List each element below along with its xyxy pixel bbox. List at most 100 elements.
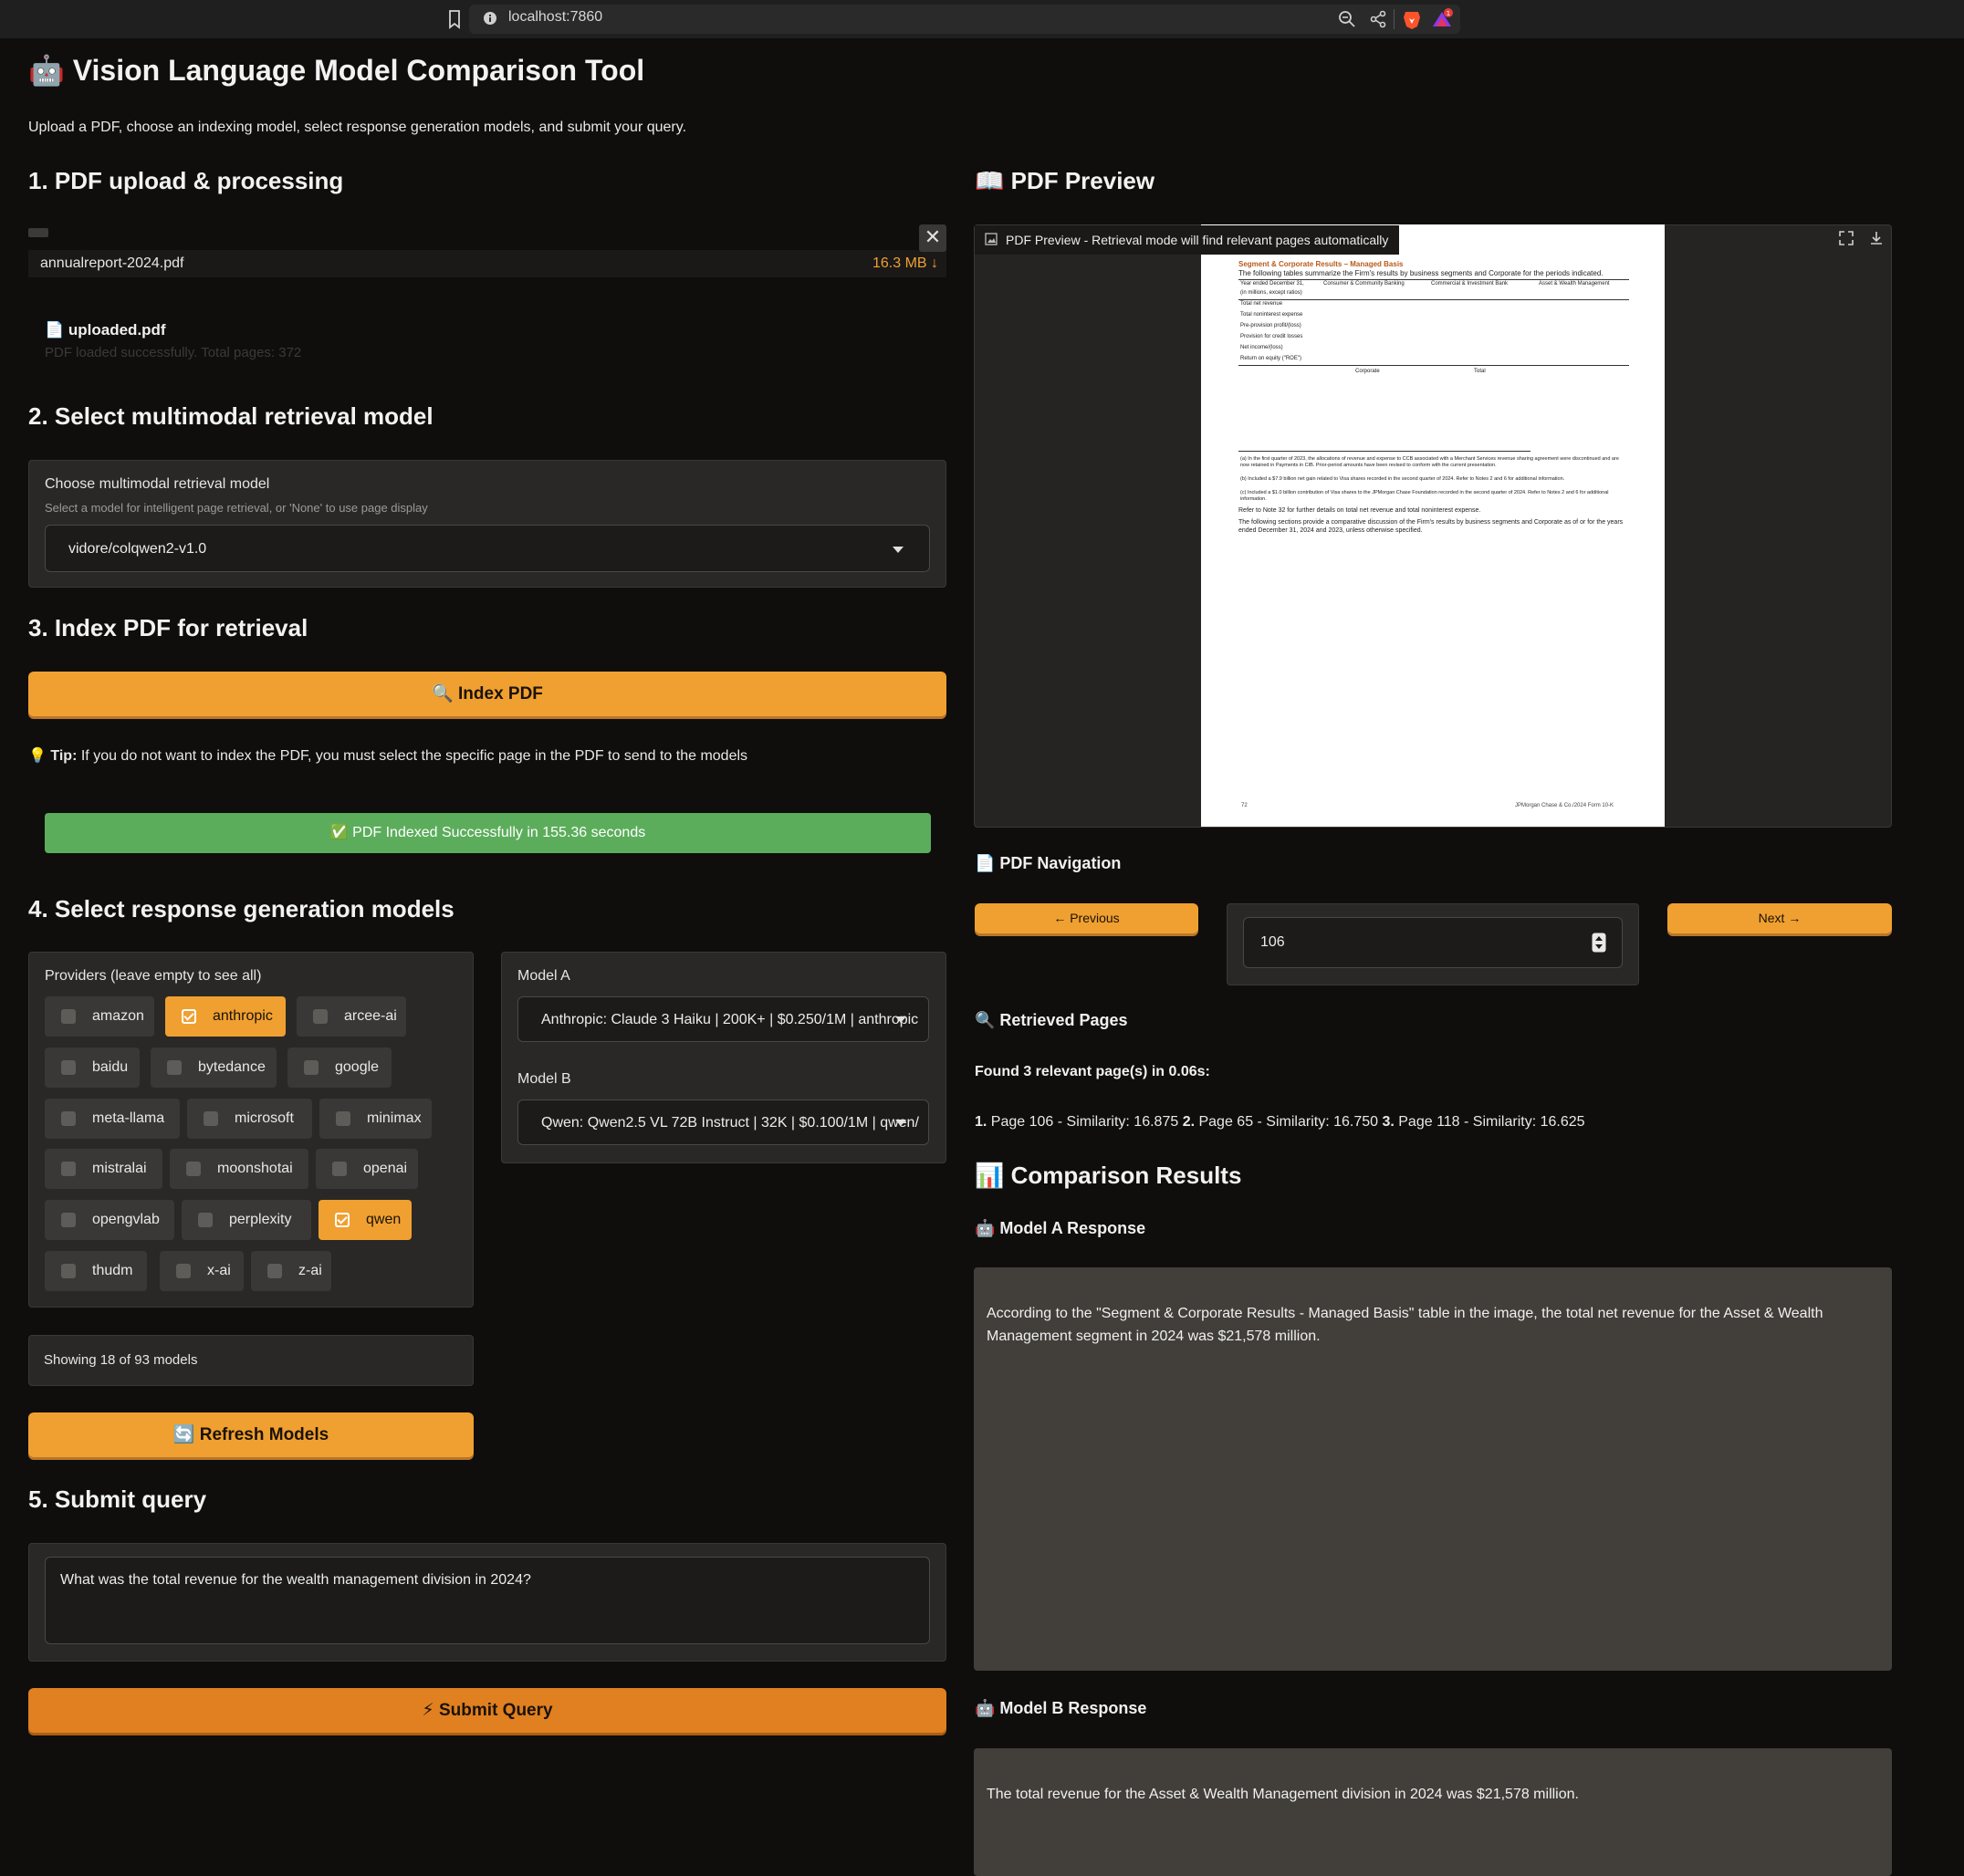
previous-page-button[interactable]: ← Previous xyxy=(975,903,1198,933)
checkbox[interactable] xyxy=(61,1162,76,1176)
provider-mistralai[interactable]: mistralai xyxy=(45,1149,162,1189)
checkbox-checked[interactable] xyxy=(182,1009,196,1024)
index-pdf-button[interactable]: 🔍 Index PDF xyxy=(28,672,946,716)
checkbox[interactable] xyxy=(267,1264,282,1278)
submit-query-button[interactable]: ⚡ Submit Query xyxy=(28,1688,946,1733)
checkbox[interactable] xyxy=(332,1162,347,1176)
model-count-text: Showing 18 of 93 models xyxy=(44,1352,198,1368)
retrieval-model-dropdown[interactable]: vidore/colqwen2-v1.0 xyxy=(45,525,930,572)
pdf-preview-label: PDF Preview - Retrieval mode will find r… xyxy=(975,225,1400,255)
table-row-label: Total noninterest expense xyxy=(1240,312,1303,318)
provider-baidu[interactable]: baidu xyxy=(45,1047,140,1088)
model-b-dropdown[interactable]: Qwen: Qwen2.5 VL 72B Instruct | 32K | $0… xyxy=(517,1100,929,1145)
list-number: 2. xyxy=(1182,1114,1196,1130)
index-success-banner: ✅ PDF Indexed Successfully in 155.36 sec… xyxy=(45,813,931,853)
checkbox-checked[interactable] xyxy=(335,1213,350,1227)
pdf-navigation-heading: 📄 PDF Navigation xyxy=(975,854,1122,872)
bookmark-icon[interactable] xyxy=(447,9,462,29)
provider-perplexity[interactable]: perplexity xyxy=(182,1200,311,1240)
provider-openai[interactable]: openai xyxy=(316,1149,418,1189)
checkbox[interactable] xyxy=(61,1213,76,1227)
info-icon[interactable] xyxy=(482,10,498,26)
retrieved-pages-list: 1. Page 106 - Similarity: 16.875 2. Page… xyxy=(975,1114,1585,1131)
lightbulb-icon: 💡 xyxy=(28,748,47,764)
close-icon[interactable]: ✕ xyxy=(919,224,946,252)
section-2-heading: 2. Select multimodal retrieval model xyxy=(28,402,434,430)
provider-thudm[interactable]: thudm xyxy=(45,1251,147,1291)
model-count-panel: Showing 18 of 93 models xyxy=(28,1335,474,1386)
upload-status-text: PDF loaded successfully. Total pages: 37… xyxy=(45,345,302,360)
query-input[interactable]: What was the total revenue for the wealt… xyxy=(45,1557,930,1644)
list-number: 1. xyxy=(975,1114,987,1130)
checkbox[interactable] xyxy=(61,1264,76,1278)
checkbox[interactable] xyxy=(198,1213,213,1227)
provider-amazon[interactable]: amazon xyxy=(45,996,154,1037)
checkbox[interactable] xyxy=(313,1009,328,1024)
retrieval-model-hint: Select a model for intelligent page retr… xyxy=(45,501,428,515)
provider-bytedance[interactable]: bytedance xyxy=(151,1047,277,1088)
checkbox[interactable] xyxy=(186,1162,201,1176)
file-size-download[interactable]: 16.3 MB ↓ xyxy=(872,255,938,272)
pdf-footnote: (b) Included a $7.9 billion net gain rel… xyxy=(1240,476,1565,482)
number-spinner-icon[interactable] xyxy=(1592,933,1606,953)
model-b-value: Qwen: Qwen2.5 VL 72B Instruct | 32K | $0… xyxy=(541,1115,919,1131)
checkbox[interactable] xyxy=(336,1111,350,1126)
model-a-dropdown[interactable]: Anthropic: Claude 3 Haiku | 200K+ | $0.2… xyxy=(517,996,929,1042)
download-icon[interactable] xyxy=(1867,229,1886,247)
table-rule xyxy=(1238,279,1629,280)
checkbox[interactable] xyxy=(304,1060,319,1075)
zoom-icon[interactable] xyxy=(1336,8,1358,30)
pdf-paragraph: Refer to Note 32 for further details on … xyxy=(1238,507,1481,514)
provider-minimax[interactable]: minimax xyxy=(319,1099,432,1139)
share-icon[interactable] xyxy=(1367,8,1389,30)
table-row-label: Total net revenue xyxy=(1240,301,1283,307)
chevron-down-icon[interactable] xyxy=(895,1016,906,1023)
provider-z-ai[interactable]: z-ai xyxy=(251,1251,331,1291)
pdf-page-footer: JPMorgan Chase & Co./2024 Form 10-K xyxy=(1515,803,1614,808)
table-row-label: Year ended December 31, xyxy=(1240,281,1304,287)
file-name: annualreport-2024.pdf xyxy=(40,255,184,271)
section-5-heading: 5. Submit query xyxy=(28,1485,207,1513)
address-bar[interactable] xyxy=(469,5,1460,34)
model-a-response-text: According to the "Segment & Corporate Re… xyxy=(987,1306,1823,1344)
page-number-input[interactable]: 106 xyxy=(1243,917,1623,968)
next-page-button[interactable]: Next → xyxy=(1667,903,1892,933)
checkbox[interactable] xyxy=(61,1111,76,1126)
tip-text: 💡 Tip: If you do not want to index the P… xyxy=(28,746,747,765)
tip-body: If you do not want to index the PDF, you… xyxy=(77,748,748,764)
refresh-models-button[interactable]: 🔄 Refresh Models xyxy=(28,1412,474,1457)
chevron-down-icon[interactable] xyxy=(895,1120,906,1126)
provider-anthropic[interactable]: anthropic xyxy=(165,996,286,1037)
provider-moonshotai[interactable]: moonshotai xyxy=(170,1149,308,1189)
checkbox[interactable] xyxy=(61,1060,76,1075)
table-col-group: Total xyxy=(1474,369,1486,374)
provider-microsoft[interactable]: microsoft xyxy=(187,1099,312,1139)
checkbox[interactable] xyxy=(167,1060,182,1075)
chevron-down-icon[interactable] xyxy=(893,547,904,553)
checkbox[interactable] xyxy=(61,1009,76,1024)
checkbox[interactable] xyxy=(204,1111,218,1126)
model-b-response-text: The total revenue for the Asset & Wealth… xyxy=(987,1787,1579,1802)
pdf-paragraph: The following sections provide a compara… xyxy=(1238,519,1624,534)
provider-google[interactable]: google xyxy=(287,1047,392,1088)
section-4-heading: 4. Select response generation models xyxy=(28,895,454,922)
section-1-heading: 1. PDF upload & processing xyxy=(28,167,344,194)
fullscreen-icon[interactable] xyxy=(1837,229,1855,247)
checkbox[interactable] xyxy=(176,1264,191,1278)
pdf-preview-heading: 📖 PDF Preview xyxy=(975,167,1155,194)
svg-text:1: 1 xyxy=(1447,10,1450,17)
pdf-page-heading: Segment & Corporate Results – Managed Ba… xyxy=(1238,260,1404,268)
provider-opengvlab[interactable]: opengvlab xyxy=(45,1200,174,1240)
provider-qwen[interactable]: qwen xyxy=(319,1200,412,1240)
provider-x-ai[interactable]: x-ai xyxy=(160,1251,244,1291)
retrieved-summary: Found 3 relevant page(s) in 0.06s: xyxy=(975,1064,1210,1079)
comparison-results-heading: 📊 Comparison Results xyxy=(975,1162,1242,1189)
table-rule xyxy=(1238,299,1629,300)
provider-arcee-ai[interactable]: arcee-ai xyxy=(297,996,406,1037)
url-text[interactable]: localhost:7860 xyxy=(508,9,602,26)
provider-meta-llama[interactable]: meta-llama xyxy=(45,1099,180,1139)
brave-rewards-icon[interactable]: 1 xyxy=(1431,8,1453,30)
brave-lion-icon[interactable] xyxy=(1401,8,1423,30)
model-a-value: Anthropic: Claude 3 Haiku | 200K+ | $0.2… xyxy=(541,1012,919,1027)
page-title: 🤖 Vision Language Model Comparison Tool xyxy=(28,54,645,87)
